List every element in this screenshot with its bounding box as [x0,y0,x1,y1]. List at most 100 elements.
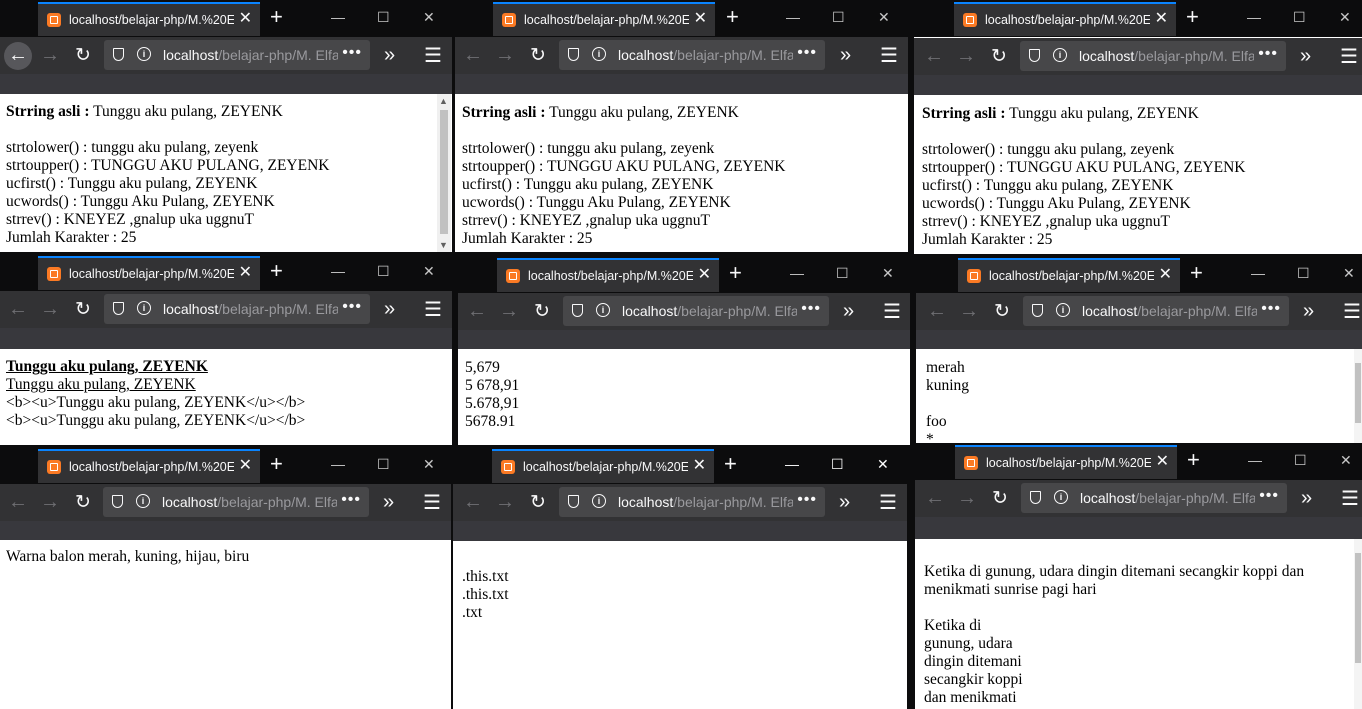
minimize-button[interactable]: — [1248,451,1262,469]
back-button[interactable]: ← [459,42,487,70]
reload-button[interactable]: ↻ [986,485,1014,513]
close-tab-icon[interactable]: ✕ [698,266,711,284]
hamburger-menu-icon[interactable]: ☰ [424,43,442,69]
page-actions-icon[interactable]: ••• [342,44,362,62]
page-actions-icon[interactable]: ••• [1259,487,1279,505]
page-actions-icon[interactable]: ••• [797,44,817,62]
back-button[interactable]: ← [4,489,32,517]
browser-tab[interactable]: localhost/belajar-php/M.%20Elfa ✕ [954,2,1176,36]
shield-icon[interactable] [568,495,579,508]
maximize-button[interactable]: ☐ [831,455,844,473]
reload-button[interactable]: ↻ [524,42,552,70]
back-button[interactable]: ← [4,42,32,70]
back-button[interactable]: ← [463,298,491,326]
new-tab-button[interactable]: + [1186,5,1199,29]
close-tab-icon[interactable]: ✕ [1155,10,1168,28]
overflow-chevron-icon[interactable]: » [840,42,851,68]
maximize-button[interactable]: ☐ [377,262,390,280]
url-bar[interactable]: i localhost/belajar-php/M. Elfa ••• [1023,296,1289,326]
url-text[interactable]: localhost/belajar-php/M. Elfa [163,47,338,63]
overflow-chevron-icon[interactable]: » [839,489,850,515]
new-tab-button[interactable]: + [270,452,283,476]
forward-button[interactable]: → [953,485,981,513]
close-window-button[interactable]: ✕ [1343,264,1355,282]
browser-tab[interactable]: localhost/belajar-php/M.%20Elfa ✕ [38,256,260,290]
hamburger-menu-icon[interactable]: ☰ [1340,44,1358,70]
close-tab-icon[interactable]: ✕ [239,264,252,282]
forward-button[interactable]: → [36,489,64,517]
page-actions-icon[interactable]: ••• [342,298,362,316]
browser-tab[interactable]: localhost/belajar-php/M.%20Elfa ✕ [493,2,715,36]
page-actions-icon[interactable]: ••• [797,491,817,509]
hamburger-menu-icon[interactable]: ☰ [423,490,441,516]
forward-button[interactable]: → [491,42,519,70]
shield-icon[interactable] [113,48,124,61]
page-actions-icon[interactable]: ••• [1258,45,1278,63]
url-bar[interactable]: i localhost/belajar-php/M. Elfa ••• [1020,41,1286,71]
maximize-button[interactable]: ☐ [832,8,845,26]
new-tab-button[interactable]: + [270,5,283,29]
back-button[interactable]: ← [459,489,487,517]
reload-button[interactable]: ↻ [69,489,97,517]
page-actions-icon[interactable]: ••• [341,491,361,509]
vertical-scrollbar[interactable] [1354,539,1362,709]
back-button[interactable]: ← [923,298,951,326]
browser-tab[interactable]: localhost/belajar-php/M.%20Elfa ✕ [38,449,260,483]
forward-button[interactable]: → [491,489,519,517]
info-icon[interactable]: i [1056,303,1070,317]
overflow-chevron-icon[interactable]: » [843,298,854,324]
minimize-button[interactable]: — [331,8,345,26]
url-text[interactable]: localhost/belajar-php/M. Elfa [618,494,793,510]
close-window-button[interactable]: ✕ [882,264,894,282]
close-window-button[interactable]: ✕ [1340,451,1352,469]
close-window-button[interactable]: ✕ [423,8,435,26]
hamburger-menu-icon[interactable]: ☰ [1341,486,1359,512]
new-tab-button[interactable]: + [729,261,742,285]
info-icon[interactable]: i [137,301,151,315]
back-button[interactable]: ← [920,43,948,71]
hamburger-menu-icon[interactable]: ☰ [1343,299,1361,325]
overflow-chevron-icon[interactable]: » [383,489,394,515]
shield-icon[interactable] [113,302,124,315]
new-tab-button[interactable]: + [726,5,739,29]
url-bar[interactable]: i localhost/belajar-php/M. Elfa ••• [1021,483,1287,513]
maximize-button[interactable]: ☐ [377,455,390,473]
reload-button[interactable]: ↻ [985,43,1013,71]
info-icon[interactable]: i [592,47,606,61]
url-bar[interactable]: i localhost/belajar-php/M. Elfa ••• [559,40,825,70]
shield-icon[interactable] [1029,49,1040,62]
hamburger-menu-icon[interactable]: ☰ [883,299,901,325]
overflow-chevron-icon[interactable]: » [384,42,395,68]
browser-tab[interactable]: localhost/belajar-php/M.%20Elfa ✕ [955,445,1177,479]
minimize-button[interactable]: — [1247,8,1261,26]
close-window-button[interactable]: ✕ [423,262,435,280]
url-bar[interactable]: i localhost/belajar-php/M. Elfa ••• [104,40,370,70]
info-icon[interactable]: i [596,303,610,317]
back-button[interactable]: ← [921,485,949,513]
shield-icon[interactable] [1032,304,1043,317]
forward-button[interactable]: → [952,43,980,71]
hamburger-menu-icon[interactable]: ☰ [879,490,897,516]
minimize-button[interactable]: — [331,262,345,280]
overflow-chevron-icon[interactable]: » [384,296,395,322]
overflow-chevron-icon[interactable]: » [1301,485,1312,511]
url-bar[interactable]: i localhost/belajar-php/M. Elfa ••• [563,296,829,326]
reload-button[interactable]: ↻ [528,298,556,326]
url-text[interactable]: localhost/belajar-php/M. Elfa [622,303,797,319]
reload-button[interactable]: ↻ [988,298,1016,326]
shield-icon[interactable] [112,495,123,508]
info-icon[interactable]: i [592,494,606,508]
url-text[interactable]: localhost/belajar-php/M. Elfa [1080,490,1255,506]
minimize-button[interactable]: — [1251,264,1265,282]
new-tab-button[interactable]: + [270,259,283,283]
shield-icon[interactable] [1030,491,1041,504]
browser-tab[interactable]: localhost/belajar-php/M.%20Elfa ✕ [958,258,1180,292]
page-actions-icon[interactable]: ••• [801,300,821,318]
maximize-button[interactable]: ☐ [1293,8,1306,26]
info-icon[interactable]: i [1054,490,1068,504]
close-tab-icon[interactable]: ✕ [694,10,707,28]
close-tab-icon[interactable]: ✕ [1159,266,1172,284]
close-window-button[interactable]: ✕ [423,455,435,473]
vertical-scrollbar[interactable] [1354,349,1362,445]
url-text[interactable]: localhost/belajar-php/M. Elfa [618,47,793,63]
